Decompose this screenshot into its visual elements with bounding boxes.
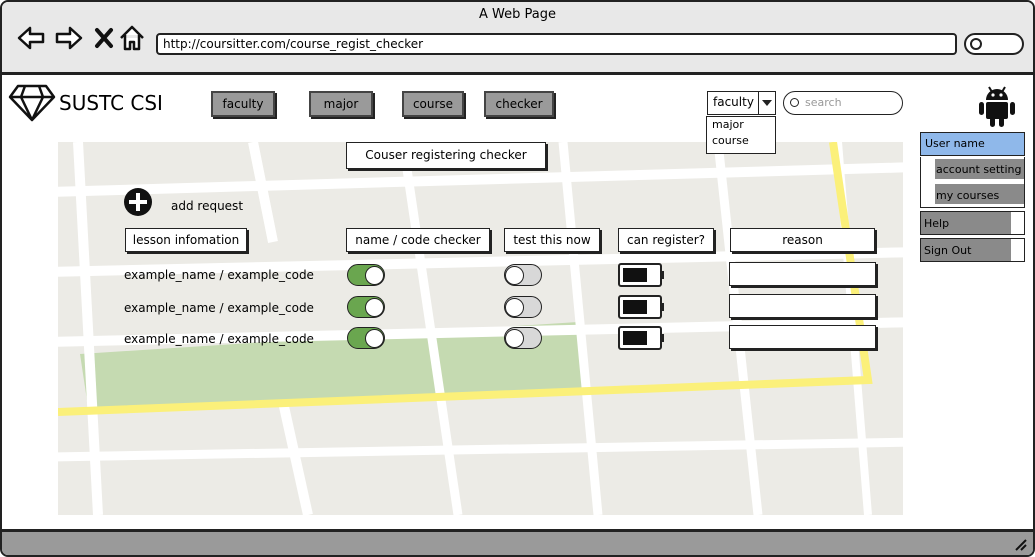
category-dropdown[interactable]: faculty: [707, 91, 776, 115]
tab-checker[interactable]: checker: [484, 91, 554, 117]
search-placeholder: search: [805, 96, 842, 109]
search-icon: [970, 38, 982, 50]
user-submenu: account setting my courses: [920, 157, 1025, 208]
header-lesson-info: lesson infomation: [125, 228, 247, 252]
resize-grip-icon[interactable]: [1012, 536, 1028, 552]
header-name-code-checker: name / code checker: [346, 228, 490, 252]
browser-search-field[interactable]: [964, 33, 1024, 55]
status-bar: [2, 529, 1033, 555]
test-now-toggle[interactable]: [504, 296, 542, 318]
lesson-info-text: example_name / example_code: [124, 301, 314, 315]
battery-icon: [618, 295, 664, 319]
user-name-item[interactable]: User name: [920, 132, 1025, 156]
lesson-info-text: example_name / example_code: [124, 332, 314, 346]
browser-chrome: A Web Page http://coursitter.com/course_…: [2, 2, 1033, 75]
diamond-logo-icon: [8, 84, 56, 122]
tab-major[interactable]: major: [309, 91, 373, 117]
reason-field[interactable]: [729, 294, 876, 318]
reason-field[interactable]: [729, 325, 876, 349]
user-name-label: User name: [925, 137, 985, 150]
help-label: Help: [924, 217, 950, 230]
stop-icon[interactable]: [94, 24, 114, 52]
address-bar[interactable]: http://coursitter.com/course_regist_chec…: [156, 33, 957, 55]
help-item[interactable]: Help: [920, 211, 1025, 235]
home-icon[interactable]: [119, 24, 145, 52]
header-test-now: test this now: [504, 228, 600, 252]
brand-name: SUSTC CSI: [59, 91, 163, 115]
my-courses-link[interactable]: my courses: [936, 189, 999, 202]
sign-out-item[interactable]: Sign Out: [920, 238, 1025, 262]
header-can-register: can register?: [618, 228, 714, 252]
header-reason: reason: [730, 228, 875, 252]
battery-icon: [618, 263, 664, 287]
dropdown-selected: faculty: [713, 95, 754, 109]
dropdown-menu: major course: [706, 116, 776, 154]
sign-out-label: Sign Out: [924, 244, 972, 257]
test-now-toggle[interactable]: [504, 327, 542, 349]
chevron-down-icon[interactable]: [758, 92, 776, 114]
tab-faculty[interactable]: faculty: [211, 91, 275, 117]
lesson-info-text: example_name / example_code: [124, 268, 314, 282]
reason-field[interactable]: [729, 262, 876, 286]
browser-window: A Web Page http://coursitter.com/course_…: [0, 0, 1035, 557]
forward-icon[interactable]: [54, 24, 84, 52]
search-icon: [790, 98, 799, 107]
battery-icon: [618, 326, 664, 350]
back-icon[interactable]: [16, 24, 46, 52]
tab-course[interactable]: course: [402, 91, 464, 117]
account-setting-link[interactable]: account setting: [936, 163, 1021, 176]
name-code-toggle[interactable]: [347, 264, 385, 286]
page-content: SUSTC CSI faculty major course checker f…: [2, 75, 1033, 527]
name-code-toggle[interactable]: [347, 296, 385, 318]
add-request-button[interactable]: add request: [171, 199, 243, 213]
name-code-toggle[interactable]: [347, 327, 385, 349]
window-title: A Web Page: [479, 7, 556, 22]
dropdown-option-major[interactable]: major: [707, 117, 775, 133]
dropdown-option-course[interactable]: course: [707, 133, 775, 149]
android-icon: [979, 86, 1015, 127]
page-title: Couser registering checker: [346, 142, 546, 169]
add-icon[interactable]: [124, 188, 152, 216]
search-input[interactable]: search: [783, 91, 903, 115]
test-now-toggle[interactable]: [504, 264, 542, 286]
